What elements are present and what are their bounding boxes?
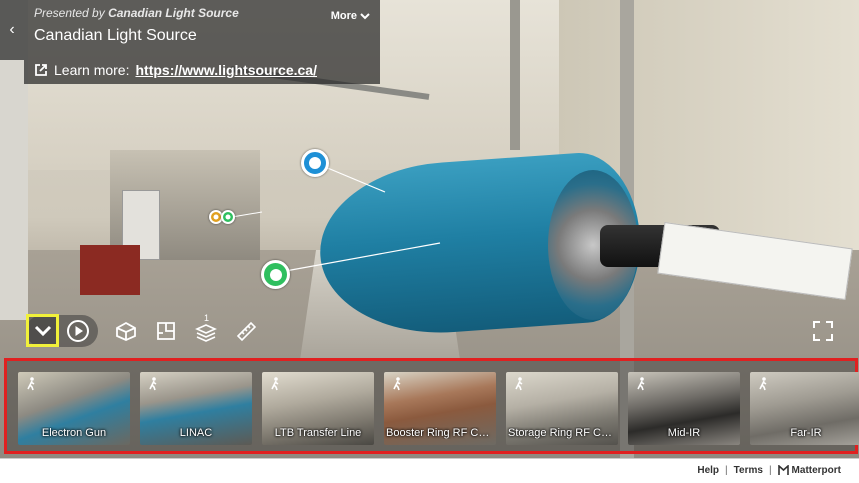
help-link[interactable]: Help xyxy=(697,465,719,476)
matterport-link[interactable]: Matterport xyxy=(777,465,841,476)
matterport-label: Matterport xyxy=(791,465,841,476)
fullscreen-button[interactable] xyxy=(805,312,841,350)
separator: | xyxy=(725,465,728,476)
footer-bar: Help | Terms | Matterport xyxy=(0,458,859,483)
chevron-left-icon: ‹ xyxy=(9,21,15,38)
presented-by: Presented by Canadian Light Source xyxy=(34,6,239,20)
carousel-item-label: LTB Transfer Line xyxy=(274,427,362,439)
carousel-item-label: Far-IR xyxy=(790,427,822,439)
carousel-item[interactable]: Booster Ring RF Cav... xyxy=(384,372,496,445)
dollhouse-button[interactable] xyxy=(108,312,144,350)
info-panel: Presented by Canadian Light Source Canad… xyxy=(24,0,380,84)
carousel-item[interactable]: LTB Transfer Line xyxy=(262,372,374,445)
learn-more-row: Learn more: https://www.lightsource.ca/ xyxy=(34,62,317,78)
floors-button[interactable]: 1 xyxy=(188,312,224,350)
floorplan-button[interactable] xyxy=(148,312,184,350)
walk-icon xyxy=(637,377,645,391)
separator: | xyxy=(768,465,772,476)
toggle-highlights-button[interactable] xyxy=(26,314,59,347)
play-icon xyxy=(67,320,89,342)
learn-more-link[interactable]: https://www.lightsource.ca/ xyxy=(135,62,317,78)
chevron-down-icon xyxy=(34,325,51,336)
more-button[interactable]: More xyxy=(331,10,370,22)
carousel-item-label: Mid-IR xyxy=(667,427,701,439)
hotspot-blue[interactable] xyxy=(301,149,329,177)
carousel-item[interactable]: Mid-IR xyxy=(628,372,740,445)
carousel-item-label: Storage Ring RF Cav... xyxy=(508,427,618,439)
hotspot-green[interactable] xyxy=(261,260,290,289)
walk-icon xyxy=(759,377,767,391)
floorplan-icon xyxy=(157,322,175,340)
carousel-item[interactable]: Storage Ring RF Cav... xyxy=(506,372,618,445)
matterport-logo-icon xyxy=(777,465,789,475)
walk-icon xyxy=(149,377,157,391)
carousel-item[interactable]: Electron Gun xyxy=(18,372,130,445)
walk-icon xyxy=(515,377,523,391)
footer-links: Help | Terms | Matterport xyxy=(697,465,841,476)
play-tour-button[interactable] xyxy=(60,312,96,350)
tour-title: Canadian Light Source xyxy=(34,27,197,44)
measure-button[interactable] xyxy=(228,312,264,350)
measure-icon xyxy=(236,321,257,342)
floor-badge: 1 xyxy=(204,313,210,323)
carousel-item[interactable]: Far-IR xyxy=(750,372,859,445)
carousel-item-label: Booster Ring RF Cav... xyxy=(386,427,496,439)
walk-icon xyxy=(393,377,401,391)
terms-link[interactable]: Terms xyxy=(734,465,763,476)
chevron-down-icon xyxy=(360,13,370,20)
highlight-reel: Electron Gun LINAC LTB Transfer Line Boo… xyxy=(4,358,859,454)
walk-icon xyxy=(271,377,279,391)
external-link-icon xyxy=(35,64,47,76)
fullscreen-icon xyxy=(813,321,833,341)
carousel-item[interactable]: LINAC xyxy=(140,372,252,445)
presenter-name: Canadian Light Source xyxy=(108,6,239,20)
carousel-item-label: LINAC xyxy=(179,427,213,439)
learn-more-label: Learn more: xyxy=(54,62,130,78)
carousel-item-label: Electron Gun xyxy=(41,427,107,439)
dollhouse-icon xyxy=(116,321,136,341)
collapse-panel-button[interactable]: ‹ xyxy=(0,0,24,60)
hotspot-green-far[interactable] xyxy=(221,210,235,224)
walk-icon xyxy=(27,377,35,391)
toolbar: 1 xyxy=(0,312,859,352)
